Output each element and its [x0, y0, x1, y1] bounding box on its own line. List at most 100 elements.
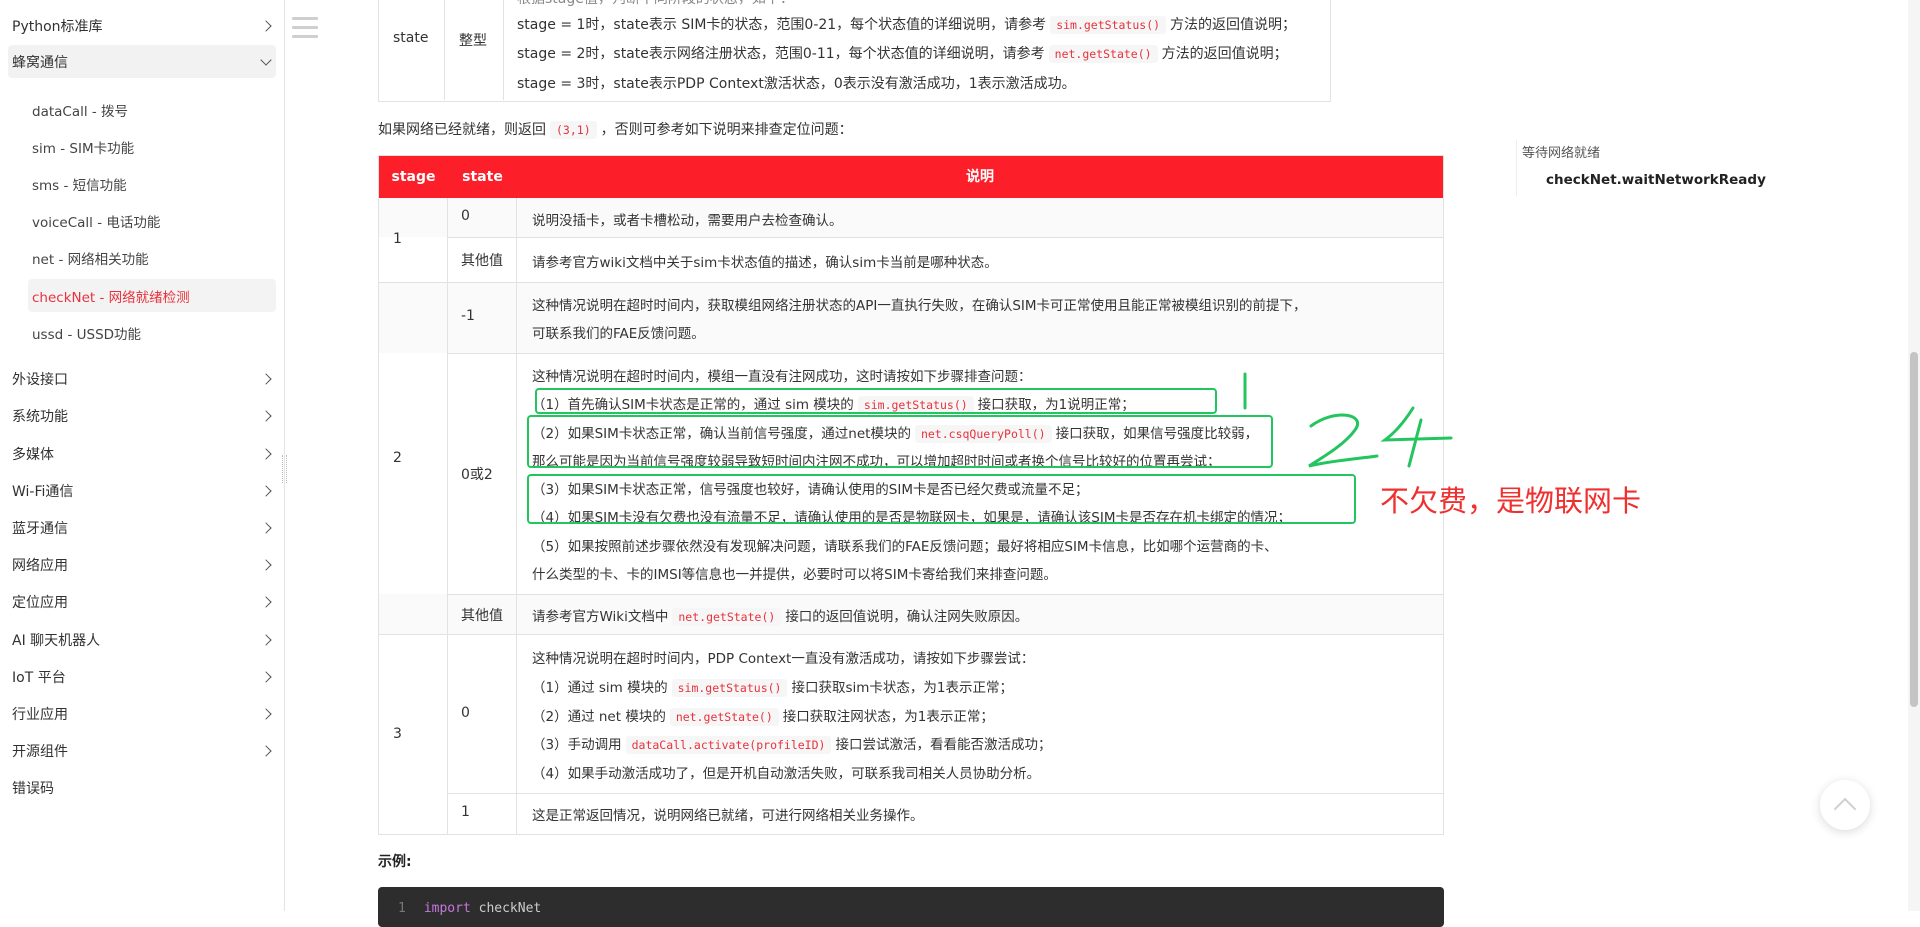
chevron-right-icon: [260, 633, 272, 646]
toc-item-waitnetworkready[interactable]: checkNet.waitNetworkReady: [1546, 172, 1766, 188]
sidebar-subitem-label: sms - 短信功能: [32, 177, 127, 194]
sidebar-item-label: 蜂窝通信: [12, 54, 68, 71]
sidebar-item-location[interactable]: 定位应用: [8, 585, 276, 618]
line-number: 1: [398, 901, 406, 916]
sidebar-item-wifi[interactable]: Wi-Fi通信: [8, 474, 276, 507]
table-header-state: state: [462, 169, 503, 185]
sidebar-item-ai-chatbot[interactable]: AI 聊天机器人: [8, 623, 276, 656]
cell-state: 1: [461, 804, 470, 820]
toc-section-title[interactable]: 等待网络就绪: [1522, 142, 1600, 161]
cell-state: 其他值: [461, 608, 503, 624]
sidebar-item-label: 错误码: [12, 780, 54, 797]
sidebar-resize-handle[interactable]: [282, 455, 287, 483]
table-header: stage state 说明: [379, 156, 1443, 198]
sidebar-subitem-net[interactable]: net - 网络相关功能: [28, 241, 276, 274]
cell-desc: 这是正常返回情况，说明网络已就绪，可进行网络相关业务操作。: [532, 808, 924, 824]
example-heading: 示例:: [378, 854, 412, 870]
sidebar-subitem-sms[interactable]: sms - 短信功能: [28, 167, 276, 200]
sidebar-item-label: IoT 平台: [12, 669, 66, 686]
code-inline: (3,1): [550, 121, 597, 139]
annotation-box-step1: [535, 388, 1217, 414]
annotation-box-step3-4: [527, 474, 1356, 524]
scrollbar-thumb[interactable]: [1910, 352, 1918, 707]
sidebar-item-multimedia[interactable]: 多媒体: [8, 437, 276, 470]
sidebar-subitem-datacall[interactable]: dataCall - 拨号: [28, 93, 276, 126]
param-name: state: [393, 30, 429, 46]
code-line: 1 import checkNet: [398, 901, 542, 916]
code-inline: sim.getStatus(): [671, 679, 788, 697]
menu-toggle-icon[interactable]: [292, 17, 318, 39]
annotation-note: 不欠费，是物联网卡: [1380, 484, 1642, 518]
sidebar-item-label: 开源组件: [12, 743, 68, 760]
sidebar-subitem-label: voiceCall - 电话功能: [32, 214, 161, 231]
table-header-stage: stage: [391, 169, 436, 185]
annotation-mark-24: [1305, 400, 1455, 470]
chevron-right-icon: [260, 744, 272, 757]
back-to-top-button[interactable]: [1820, 780, 1870, 830]
chevron-right-icon: [260, 484, 272, 497]
sidebar-item-label: 定位应用: [12, 594, 68, 611]
cell-desc: 这种情况说明在超时时间内，获取模组网络注册状态的API一直执行失败，在确认SIM…: [532, 298, 1307, 314]
cell-desc: 请参考官方Wiki文档中 net.getState() 接口的返回值说明，确认注网失…: [532, 608, 1029, 626]
param-desc-line: 根据stage值，判断不同阶段的状态，如下：: [517, 0, 794, 8]
code-inline: net.getState(): [669, 708, 779, 726]
sidebar-item-label: 行业应用: [12, 706, 68, 723]
code-inline: net.getState(): [672, 608, 782, 626]
cell-desc: （4）如果手动激活成功了，但是开机自动激活失败，可联系我司相关人员协助分析。: [532, 766, 1041, 782]
sidebar-item-iot-platform[interactable]: IoT 平台: [8, 660, 276, 693]
cell-state: 其他值: [461, 253, 503, 269]
annotation-mark-1: [1240, 372, 1250, 410]
chevron-right-icon: [260, 409, 272, 422]
sidebar-subitem-label: net - 网络相关功能: [32, 251, 149, 268]
cell-desc: （5）如果按照前述步骤依然没有发现解决问题，请联系我们的FAE反馈问题；最好将相…: [532, 539, 1278, 555]
chevron-right-icon: [260, 372, 272, 385]
sidebar-subitem-ussd[interactable]: ussd - USSD功能: [28, 316, 276, 349]
sidebar-item-error-codes[interactable]: 错误码: [8, 771, 276, 804]
sidebar-item-label: 系统功能: [12, 408, 68, 425]
sidebar-item-network-apps[interactable]: 网络应用: [8, 548, 276, 581]
sidebar-item-label: 蓝牙通信: [12, 520, 68, 537]
sidebar-subitem-label: dataCall - 拨号: [32, 103, 129, 120]
cell-desc: （2）通过 net 模块的 net.getState() 接口获取注网状态，为1表示…: [532, 708, 994, 726]
cell-state: 0: [461, 705, 470, 721]
sidebar-item-industry[interactable]: 行业应用: [8, 697, 276, 730]
sidebar-item-cellular[interactable]: 蜂窝通信: [8, 45, 276, 78]
code-inline: dataCall.activate(profileID): [625, 736, 832, 754]
page-scrollbar[interactable]: [1908, 0, 1920, 911]
sidebar-item-label: AI 聊天机器人: [12, 632, 101, 649]
chevron-right-icon: [260, 707, 272, 720]
cell-desc: 可联系我们的FAE反馈问题。: [532, 326, 705, 342]
cell-stage: 1: [393, 231, 402, 247]
sidebar-subitem-checknet[interactable]: checkNet - 网络就绪检测: [28, 279, 276, 312]
sidebar-subitem-label: checkNet - 网络就绪检测: [32, 289, 190, 306]
chevron-right-icon: [260, 447, 272, 460]
sidebar-item-label: 网络应用: [12, 557, 68, 574]
annotation-box-step2: [527, 415, 1273, 468]
cell-desc: 这种情况说明在超时时间内，PDP Context一直没有激活成功，请按如下步骤尝…: [532, 651, 1035, 667]
cell-desc: （3）手动调用 dataCall.activate(profileID) 接口尝试激…: [532, 736, 1052, 754]
sidebar-item-python-stdlib[interactable]: Python标准库: [8, 9, 276, 42]
param-desc-line: stage = 3时，state表示PDP Context激活状态，0表示没有激…: [517, 76, 1076, 92]
sidebar-item-peripheral[interactable]: 外设接口: [8, 362, 276, 395]
sidebar-subitem-sim[interactable]: sim - SIM卡功能: [28, 130, 276, 163]
chevron-down-icon: [260, 53, 272, 66]
intro-paragraph: 如果网络已经就绪，则返回 (3,1) ，否则可参考如下说明来排查定位问题：: [378, 121, 853, 139]
cell-desc: 什么类型的卡、卡的IMSI等信息也一并提供，必要时可以将SIM卡寄给我们来排查问…: [532, 567, 1057, 583]
chevron-right-icon: [260, 19, 272, 32]
code-inline: sim.getStatus(): [1050, 16, 1167, 34]
sidebar-item-system[interactable]: 系统功能: [8, 399, 276, 432]
cell-stage: 3: [393, 726, 402, 742]
cell-desc: 这种情况说明在超时时间内，模组一直没有注网成功，这时请按如下步骤排查问题：: [532, 369, 1032, 385]
cell-desc: 请参考官方wiki文档中关于sim卡状态值的描述，确认sim卡当前是哪种状态。: [532, 255, 998, 271]
sidebar-item-open-source[interactable]: 开源组件: [8, 734, 276, 767]
chevron-right-icon: [260, 670, 272, 683]
param-desc-line: stage = 2时，state表示网络注册状态，范围0-11，每个状态值的详细…: [517, 45, 1288, 63]
sidebar-item-label: Wi-Fi通信: [12, 483, 74, 500]
chevron-right-icon: [260, 595, 272, 608]
cell-desc: 说明没插卡，或者卡槽松动，需要用户去检查确认。: [532, 213, 843, 229]
sidebar-item-bluetooth[interactable]: 蓝牙通信: [8, 511, 276, 544]
cell-desc: （1）通过 sim 模块的 sim.getStatus() 接口获取sim卡状态，为…: [532, 679, 1013, 697]
chevron-right-icon: [260, 521, 272, 534]
sidebar-subitem-voicecall[interactable]: voiceCall - 电话功能: [28, 204, 276, 237]
sidebar-subitem-label: sim - SIM卡功能: [32, 140, 135, 157]
